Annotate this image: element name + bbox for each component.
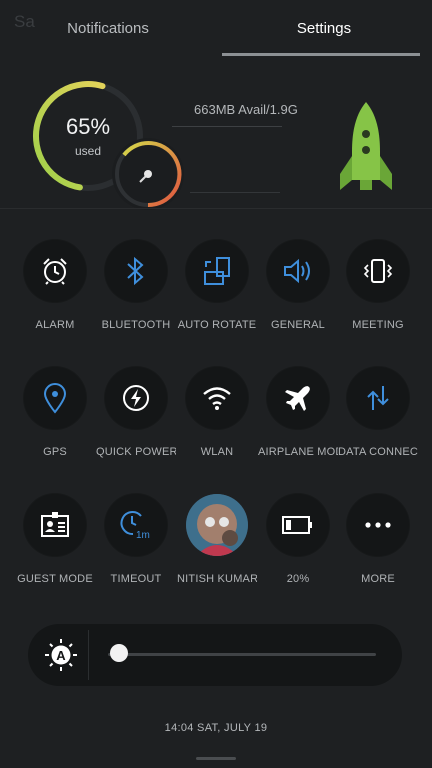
airplane-mode-button[interactable] [267,367,329,429]
toggle-label: GENERAL [271,319,325,331]
vibrate-icon [363,259,393,283]
callout-line [172,126,282,127]
brightness-divider [88,630,89,680]
toggle-label: AUTO ROTATE [177,319,257,331]
power-bolt-icon [123,385,149,411]
toggle-label: GPS [43,446,67,458]
brightness-track[interactable] [108,653,376,656]
guest-mode-button[interactable] [24,494,86,556]
location-pin-icon [43,383,67,414]
gps-button[interactable] [24,367,86,429]
toggle-meeting[interactable]: MEETING [338,240,418,331]
battery-button[interactable] [267,494,329,556]
auto-rotate-icon [204,257,230,285]
data-arrows-icon [367,386,389,410]
toggle-label: 20% [286,573,310,585]
timeout-clock-icon: 1m [120,511,150,541]
bluetooth-icon [127,256,144,286]
toggle-wlan[interactable]: WLAN [177,367,257,458]
tab-settings[interactable]: Settings [216,0,432,58]
toggle-data-connection[interactable]: DATA CONNECTION [338,367,418,458]
toggle-user[interactable]: NITISH KUMAR [177,494,257,585]
more-dots-icon [365,522,391,528]
toggle-label: QUICK POWER [96,446,176,458]
toggle-label: GUEST MODE [17,573,93,585]
timeout-button[interactable]: 1m [105,494,167,556]
memory-gauge [33,81,184,210]
bluetooth-button[interactable] [105,240,167,302]
wlan-button[interactable] [186,367,248,429]
data-connection-button[interactable] [347,367,409,429]
auto-brightness-icon[interactable]: A [44,638,78,672]
toggle-label: NITISH KUMAR [177,573,257,585]
volume-icon [284,258,310,284]
meeting-button[interactable] [347,240,409,302]
general-button[interactable] [267,240,329,302]
toggle-label: MORE [361,573,395,585]
toggle-general[interactable]: GENERAL [258,240,338,331]
toggle-label: WLAN [200,446,234,458]
guest-badge-icon [41,512,69,537]
toggle-bluetooth[interactable]: BLUETOOTH [96,240,176,331]
toggle-airplane-mode[interactable]: AIRPLANE MODE [258,367,338,458]
toggle-timeout[interactable]: 1m TIMEOUT [96,494,176,585]
toggle-gps[interactable]: GPS [15,367,95,458]
memory-panel[interactable]: 65% used 663MB Avail/1.9G [0,60,432,210]
tab-bar: Notifications Settings [0,0,432,58]
user-photo [186,494,248,556]
rocket-icon[interactable] [336,100,396,200]
timeout-badge: 1m [136,530,150,541]
toggle-guest-mode[interactable]: GUEST MODE [15,494,95,585]
airplane-icon [285,386,310,411]
date-time: 14:04 SAT, JULY 19 [164,722,268,734]
memory-available-text: 663MB Avail/1.9G [194,102,298,117]
memory-percent: 65% [65,114,111,139]
toggle-more[interactable]: MORE [338,494,418,585]
toggle-battery[interactable]: 20% [258,494,338,585]
toggle-label: BLUETOOTH [101,319,171,331]
alarm-button[interactable] [24,240,86,302]
toggle-label: AIRPLANE MODE [258,446,338,458]
wifi-icon [203,387,231,410]
battery-icon [282,516,312,534]
auto-rotate-button[interactable] [186,240,248,302]
toggle-alarm[interactable]: ALARM [15,240,95,331]
tab-notifications[interactable]: Notifications [0,0,216,58]
toggle-quick-power[interactable]: QUICK POWER [96,367,176,458]
quick-power-button[interactable] [105,367,167,429]
toggle-auto-rotate[interactable]: AUTO ROTATE [177,240,257,331]
toggle-label: TIMEOUT [110,573,162,585]
toggle-label: DATA CONNECTION [338,446,418,458]
memory-used-label: used [74,144,102,158]
callout-line-lower [190,192,280,193]
more-button[interactable] [347,494,409,556]
avatar[interactable] [186,494,248,556]
drag-handle[interactable] [196,757,236,760]
toggle-label: MEETING [352,319,404,331]
alarm-icon [43,258,67,285]
auto-letter: A [56,648,66,663]
toggle-label: ALARM [35,319,75,331]
section-divider [0,208,432,209]
